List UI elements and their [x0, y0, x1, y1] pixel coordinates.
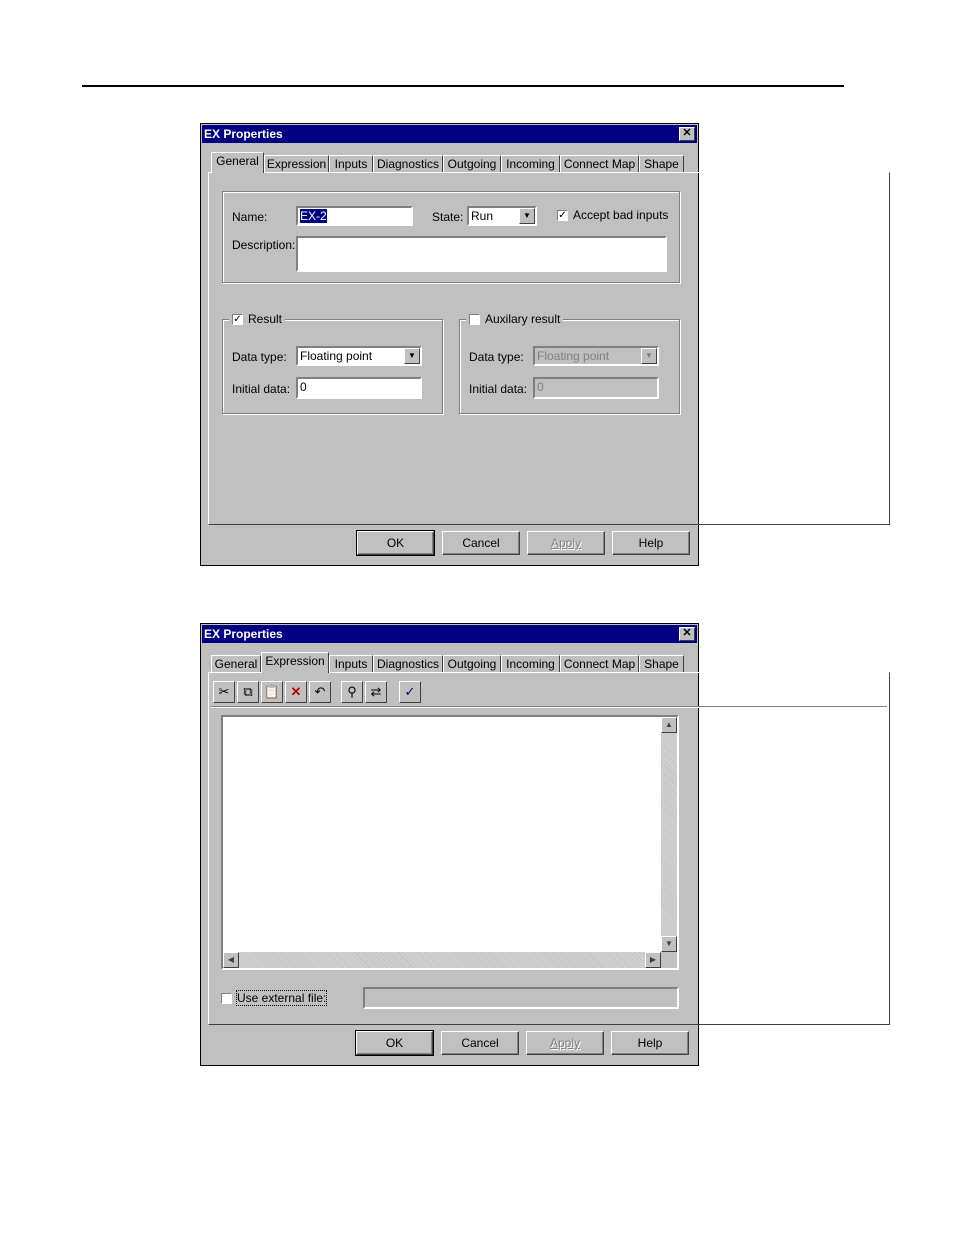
- help-button[interactable]: Help: [611, 1031, 689, 1055]
- replace-icon[interactable]: ⇄: [365, 681, 387, 703]
- tab-connect-map[interactable]: Connect Map: [560, 155, 639, 172]
- chevron-down-icon[interactable]: ▼: [519, 208, 535, 224]
- cut-icon[interactable]: ✂: [213, 681, 235, 703]
- checkbox-unchecked-icon: [469, 313, 480, 325]
- dialog-title: EX Properties: [204, 127, 283, 141]
- toolbar-separator: [211, 706, 887, 708]
- checkbox-checked-icon: ✓: [232, 313, 243, 325]
- tab-incoming[interactable]: Incoming: [501, 655, 560, 672]
- tab-general[interactable]: General: [211, 152, 264, 173]
- tab-connect-map[interactable]: Connect Map: [560, 655, 639, 672]
- copy-icon[interactable]: ⧉: [237, 681, 259, 703]
- state-label: State:: [432, 210, 464, 224]
- find-icon[interactable]: ⚲: [341, 681, 363, 703]
- aux-result-label: Auxilary result: [485, 312, 561, 326]
- aux-data-type-value: Floating point: [537, 349, 610, 363]
- accept-bad-inputs-checkbox[interactable]: ✓ Accept bad inputs: [557, 208, 668, 222]
- ok-button[interactable]: OK: [356, 530, 435, 556]
- aux-initial-data-input[interactable]: 0: [533, 377, 659, 399]
- aux-initial-data-label: Initial data:: [469, 382, 528, 396]
- tab-panel-expression: ✂ ⧉ 📋 ✕ ↶ ⚲ ⇄ ✓ ▲ ▼ ◀ ▶ Use external fil…: [208, 672, 890, 1025]
- result-data-type-value: Floating point: [300, 349, 373, 363]
- accept-bad-inputs-label: Accept bad inputs: [573, 208, 669, 222]
- undo-icon[interactable]: ↶: [309, 681, 331, 703]
- result-initial-data-label: Initial data:: [232, 382, 291, 396]
- name-input[interactable]: EX-2: [296, 206, 413, 226]
- result-data-type-label: Data type:: [232, 350, 287, 364]
- apply-button[interactable]: Apply: [527, 531, 605, 555]
- external-file-input[interactable]: [363, 987, 679, 1009]
- expression-editor[interactable]: ▲ ▼ ◀ ▶: [221, 715, 679, 970]
- tab-incoming[interactable]: Incoming: [501, 155, 560, 172]
- aux-result-checkbox[interactable]: Auxilary result: [466, 312, 564, 326]
- tab-shape[interactable]: Shape: [639, 155, 684, 172]
- aux-data-type-select[interactable]: Floating point ▼: [533, 346, 659, 366]
- close-icon[interactable]: ✕: [679, 627, 695, 641]
- scroll-right-icon[interactable]: ▶: [645, 952, 661, 968]
- tab-diagnostics[interactable]: Diagnostics: [373, 155, 443, 172]
- ex-properties-dialog-expression: EX Properties ✕ General Expression Input…: [200, 623, 890, 1066]
- ex-properties-dialog-general: EX Properties ✕ General Expression Input…: [200, 123, 890, 566]
- close-icon[interactable]: ✕: [679, 127, 695, 141]
- cancel-button[interactable]: Cancel: [441, 1031, 519, 1055]
- check-icon[interactable]: ✓: [399, 681, 421, 703]
- vertical-scrollbar[interactable]: ▲ ▼: [661, 717, 677, 952]
- scroll-down-icon[interactable]: ▼: [661, 936, 677, 952]
- tab-general[interactable]: General: [211, 655, 261, 672]
- use-external-file-checkbox[interactable]: Use external file:: [221, 990, 328, 1006]
- tab-inputs[interactable]: Inputs: [329, 655, 373, 672]
- state-select[interactable]: Run ▼: [467, 206, 537, 226]
- aux-initial-data-value: 0: [537, 380, 544, 394]
- delete-icon[interactable]: ✕: [285, 681, 307, 703]
- checkbox-unchecked-icon: [221, 993, 232, 1005]
- expression-toolbar: ✂ ⧉ 📋 ✕ ↶ ⚲ ⇄ ✓: [213, 681, 433, 703]
- use-external-file-label: Use external file:: [235, 990, 328, 1006]
- result-initial-data-value: 0: [300, 380, 307, 394]
- description-label: Description:: [232, 238, 296, 252]
- identity-group: Name: EX-2 State: Run ▼ ✓ Accept bad inpu…: [222, 191, 680, 283]
- apply-button[interactable]: Apply: [526, 1031, 604, 1055]
- help-button[interactable]: Help: [612, 531, 690, 555]
- dialog-title-bar: EX Properties ✕: [202, 625, 697, 643]
- tab-panel-general: Name: EX-2 State: Run ▼ ✓ Accept bad inpu…: [208, 172, 890, 525]
- scroll-up-icon[interactable]: ▲: [661, 717, 677, 733]
- paste-icon[interactable]: 📋: [261, 681, 283, 703]
- result-checkbox[interactable]: ✓ Result: [229, 312, 286, 326]
- description-input[interactable]: [296, 236, 667, 272]
- scrollbar-corner: [661, 952, 677, 968]
- result-label: Result: [248, 312, 283, 326]
- result-group: ✓ Result Data type: Floating point ▼ Init…: [222, 312, 443, 414]
- page-header-rule: [82, 85, 844, 87]
- name-value: EX-2: [300, 209, 327, 223]
- checkbox-checked-icon: ✓: [557, 210, 568, 222]
- state-value: Run: [471, 209, 494, 223]
- result-data-type-select[interactable]: Floating point ▼: [296, 346, 422, 366]
- tab-outgoing[interactable]: Outgoing: [443, 155, 501, 172]
- aux-data-type-label: Data type:: [469, 350, 524, 364]
- tab-outgoing[interactable]: Outgoing: [443, 655, 501, 672]
- tab-diagnostics[interactable]: Diagnostics: [373, 655, 443, 672]
- scroll-left-icon[interactable]: ◀: [223, 952, 239, 968]
- tab-expression[interactable]: Expression: [264, 155, 329, 172]
- ok-button[interactable]: OK: [355, 1030, 434, 1056]
- horizontal-scrollbar[interactable]: ◀ ▶: [223, 952, 661, 968]
- tab-shape[interactable]: Shape: [639, 655, 684, 672]
- name-label: Name:: [232, 210, 268, 224]
- dialog-title-bar: EX Properties ✕: [202, 125, 697, 143]
- chevron-down-icon[interactable]: ▼: [641, 348, 657, 364]
- tab-inputs[interactable]: Inputs: [329, 155, 373, 172]
- aux-result-group: Auxilary result Data type: Floating poin…: [459, 312, 680, 414]
- dialog-title: EX Properties: [204, 627, 283, 641]
- chevron-down-icon[interactable]: ▼: [404, 348, 420, 364]
- result-initial-data-input[interactable]: 0: [296, 377, 422, 399]
- cancel-button[interactable]: Cancel: [442, 531, 520, 555]
- tab-expression[interactable]: Expression: [261, 652, 329, 673]
